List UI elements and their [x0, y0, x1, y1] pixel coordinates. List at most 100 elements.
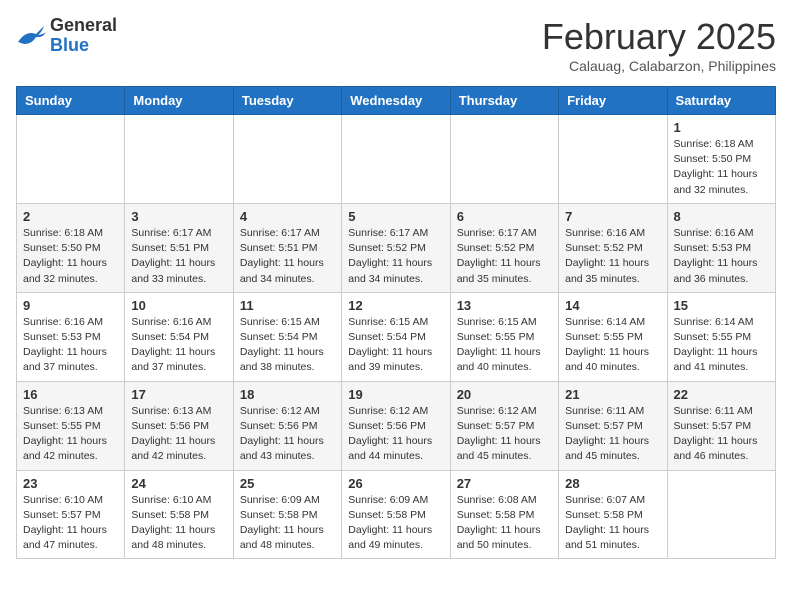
day-info: Sunrise: 6:16 AM Sunset: 5:52 PM Dayligh…	[565, 226, 660, 287]
calendar-cell	[17, 115, 125, 204]
day-number: 11	[240, 298, 335, 313]
calendar-cell	[667, 470, 775, 559]
logo: General Blue	[16, 16, 117, 56]
calendar-cell: 16 Sunrise: 6:13 AM Sunset: 5:55 PM Dayli…	[17, 381, 125, 470]
calendar-cell: 13 Sunrise: 6:15 AM Sunset: 5:55 PM Dayli…	[450, 292, 558, 381]
day-info: Sunrise: 6:16 AM Sunset: 5:54 PM Dayligh…	[131, 315, 226, 376]
day-number: 10	[131, 298, 226, 313]
day-number: 3	[131, 209, 226, 224]
day-info: Sunrise: 6:17 AM Sunset: 5:52 PM Dayligh…	[348, 226, 443, 287]
calendar-table: SundayMondayTuesdayWednesdayThursdayFrid…	[16, 86, 776, 559]
day-info: Sunrise: 6:12 AM Sunset: 5:57 PM Dayligh…	[457, 404, 552, 465]
day-info: Sunrise: 6:09 AM Sunset: 5:58 PM Dayligh…	[348, 493, 443, 554]
day-info: Sunrise: 6:13 AM Sunset: 5:56 PM Dayligh…	[131, 404, 226, 465]
day-info: Sunrise: 6:15 AM Sunset: 5:54 PM Dayligh…	[348, 315, 443, 376]
day-info: Sunrise: 6:10 AM Sunset: 5:57 PM Dayligh…	[23, 493, 118, 554]
day-number: 26	[348, 476, 443, 491]
weekday-header-monday: Monday	[125, 87, 233, 115]
calendar-cell: 2Sunrise: 6:18 AM Sunset: 5:50 PM Daylig…	[17, 203, 125, 292]
calendar-week-2: 2Sunrise: 6:18 AM Sunset: 5:50 PM Daylig…	[17, 203, 776, 292]
calendar-cell: 12 Sunrise: 6:15 AM Sunset: 5:54 PM Dayli…	[342, 292, 450, 381]
calendar-cell: 23 Sunrise: 6:10 AM Sunset: 5:57 PM Dayli…	[17, 470, 125, 559]
weekday-header-friday: Friday	[559, 87, 667, 115]
day-number: 20	[457, 387, 552, 402]
location-subtitle: Calauag, Calabarzon, Philippines	[542, 58, 776, 74]
day-info: Sunrise: 6:10 AM Sunset: 5:58 PM Dayligh…	[131, 493, 226, 554]
calendar-cell: 19 Sunrise: 6:12 AM Sunset: 5:56 PM Dayli…	[342, 381, 450, 470]
day-info: Sunrise: 6:16 AM Sunset: 5:53 PM Dayligh…	[674, 226, 769, 287]
day-number: 27	[457, 476, 552, 491]
day-info: Sunrise: 6:11 AM Sunset: 5:57 PM Dayligh…	[674, 404, 769, 465]
calendar-header-row: SundayMondayTuesdayWednesdayThursdayFrid…	[17, 87, 776, 115]
day-number: 15	[674, 298, 769, 313]
calendar-cell: 9Sunrise: 6:16 AM Sunset: 5:53 PM Daylig…	[17, 292, 125, 381]
day-info: Sunrise: 6:07 AM Sunset: 5:58 PM Dayligh…	[565, 493, 660, 554]
day-number: 19	[348, 387, 443, 402]
logo-text-blue: Blue	[50, 36, 117, 56]
day-number: 5	[348, 209, 443, 224]
calendar-cell: 3 Sunrise: 6:17 AM Sunset: 5:51 PM Daylig…	[125, 203, 233, 292]
calendar-cell: 24 Sunrise: 6:10 AM Sunset: 5:58 PM Dayli…	[125, 470, 233, 559]
calendar-cell: 1 Sunrise: 6:18 AM Sunset: 5:50 PM Daylig…	[667, 115, 775, 204]
day-info: Sunrise: 6:12 AM Sunset: 5:56 PM Dayligh…	[240, 404, 335, 465]
day-number: 16	[23, 387, 118, 402]
day-info: Sunrise: 6:17 AM Sunset: 5:51 PM Dayligh…	[240, 226, 335, 287]
calendar-cell: 10 Sunrise: 6:16 AM Sunset: 5:54 PM Dayli…	[125, 292, 233, 381]
day-info: Sunrise: 6:14 AM Sunset: 5:55 PM Dayligh…	[674, 315, 769, 376]
calendar-cell: 7 Sunrise: 6:16 AM Sunset: 5:52 PM Daylig…	[559, 203, 667, 292]
day-info: Sunrise: 6:09 AM Sunset: 5:58 PM Dayligh…	[240, 493, 335, 554]
day-info: Sunrise: 6:18 AM Sunset: 5:50 PM Dayligh…	[674, 137, 769, 198]
page-header: General Blue February 2025 Calauag, Cala…	[16, 16, 776, 74]
calendar-cell	[342, 115, 450, 204]
day-number: 18	[240, 387, 335, 402]
calendar-cell: 14 Sunrise: 6:14 AM Sunset: 5:55 PM Dayli…	[559, 292, 667, 381]
weekday-header-thursday: Thursday	[450, 87, 558, 115]
logo-icon	[16, 24, 46, 48]
month-title: February 2025	[542, 16, 776, 58]
title-block: February 2025 Calauag, Calabarzon, Phili…	[542, 16, 776, 74]
logo-text-general: General	[50, 16, 117, 36]
day-number: 9	[23, 298, 118, 313]
day-info: Sunrise: 6:17 AM Sunset: 5:52 PM Dayligh…	[457, 226, 552, 287]
day-info: Sunrise: 6:08 AM Sunset: 5:58 PM Dayligh…	[457, 493, 552, 554]
weekday-header-sunday: Sunday	[17, 87, 125, 115]
day-info: Sunrise: 6:11 AM Sunset: 5:57 PM Dayligh…	[565, 404, 660, 465]
day-info: Sunrise: 6:14 AM Sunset: 5:55 PM Dayligh…	[565, 315, 660, 376]
calendar-cell	[450, 115, 558, 204]
day-info: Sunrise: 6:15 AM Sunset: 5:54 PM Dayligh…	[240, 315, 335, 376]
day-number: 13	[457, 298, 552, 313]
calendar-cell: 5 Sunrise: 6:17 AM Sunset: 5:52 PM Daylig…	[342, 203, 450, 292]
weekday-header-saturday: Saturday	[667, 87, 775, 115]
day-info: Sunrise: 6:17 AM Sunset: 5:51 PM Dayligh…	[131, 226, 226, 287]
calendar-cell: 15 Sunrise: 6:14 AM Sunset: 5:55 PM Dayli…	[667, 292, 775, 381]
calendar-cell: 8Sunrise: 6:16 AM Sunset: 5:53 PM Daylig…	[667, 203, 775, 292]
calendar-cell: 28 Sunrise: 6:07 AM Sunset: 5:58 PM Dayli…	[559, 470, 667, 559]
calendar-cell: 20 Sunrise: 6:12 AM Sunset: 5:57 PM Dayli…	[450, 381, 558, 470]
calendar-cell: 25 Sunrise: 6:09 AM Sunset: 5:58 PM Dayli…	[233, 470, 341, 559]
weekday-header-wednesday: Wednesday	[342, 87, 450, 115]
calendar-week-1: 1 Sunrise: 6:18 AM Sunset: 5:50 PM Daylig…	[17, 115, 776, 204]
calendar-cell	[125, 115, 233, 204]
day-number: 12	[348, 298, 443, 313]
calendar-cell: 4 Sunrise: 6:17 AM Sunset: 5:51 PM Daylig…	[233, 203, 341, 292]
day-number: 24	[131, 476, 226, 491]
day-number: 21	[565, 387, 660, 402]
day-number: 25	[240, 476, 335, 491]
day-info: Sunrise: 6:15 AM Sunset: 5:55 PM Dayligh…	[457, 315, 552, 376]
weekday-header-tuesday: Tuesday	[233, 87, 341, 115]
calendar-cell: 27 Sunrise: 6:08 AM Sunset: 5:58 PM Dayli…	[450, 470, 558, 559]
calendar-cell: 21 Sunrise: 6:11 AM Sunset: 5:57 PM Dayli…	[559, 381, 667, 470]
calendar-week-3: 9Sunrise: 6:16 AM Sunset: 5:53 PM Daylig…	[17, 292, 776, 381]
calendar-week-4: 16 Sunrise: 6:13 AM Sunset: 5:55 PM Dayli…	[17, 381, 776, 470]
day-info: Sunrise: 6:12 AM Sunset: 5:56 PM Dayligh…	[348, 404, 443, 465]
day-number: 4	[240, 209, 335, 224]
day-number: 23	[23, 476, 118, 491]
day-number: 28	[565, 476, 660, 491]
calendar-cell: 6Sunrise: 6:17 AM Sunset: 5:52 PM Daylig…	[450, 203, 558, 292]
day-number: 14	[565, 298, 660, 313]
day-info: Sunrise: 6:13 AM Sunset: 5:55 PM Dayligh…	[23, 404, 118, 465]
day-number: 2	[23, 209, 118, 224]
day-number: 17	[131, 387, 226, 402]
day-number: 7	[565, 209, 660, 224]
day-number: 1	[674, 120, 769, 135]
